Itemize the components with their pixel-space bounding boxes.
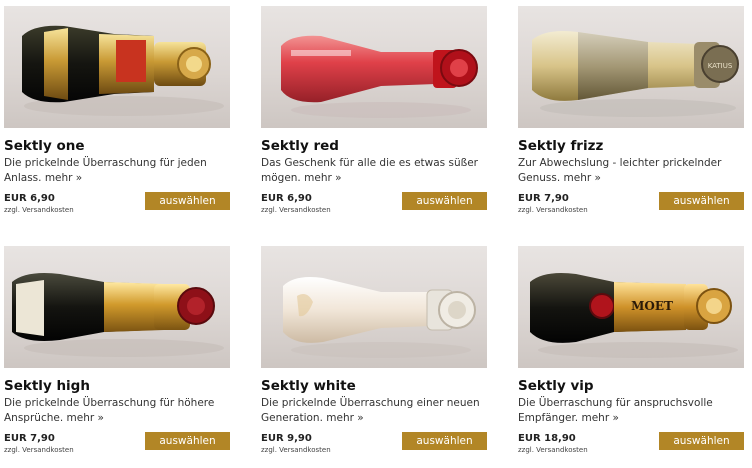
product-price: EUR 6,90 [4,193,55,204]
select-button[interactable]: auswählen [659,192,744,210]
product-name: Sektly white [261,378,356,394]
shipping-note[interactable]: zzgl. Versandkosten [261,446,331,454]
more-link[interactable]: mehr » [581,412,618,424]
product-card-sektly-frizz: KATIUS Sektly frizz Zur Abwechslung - le… [518,6,744,228]
bottle-clear-gold-icon: KATIUS [532,31,739,117]
more-link[interactable]: mehr » [304,172,341,184]
product-name: Sektly vip [518,378,594,394]
description-text: Zur Abwechslung - leichter prickelnder G… [518,157,722,184]
product-image[interactable] [261,6,487,128]
bottle-red-icon [281,35,478,118]
shipping-note[interactable]: zzgl. Versandkosten [4,446,74,454]
select-button[interactable]: auswählen [145,192,230,210]
product-price: EUR 7,90 [4,433,55,444]
shipping-note[interactable]: zzgl. Versandkosten [518,206,588,214]
product-description: Das Geschenk für alle die es etwas süßer… [261,156,487,186]
bottle-gold-label-icon [22,25,224,116]
svg-text:MOET: MOET [631,299,673,313]
product-image[interactable] [4,6,230,128]
more-link[interactable]: mehr » [326,412,363,424]
product-price: EUR 6,90 [261,193,312,204]
product-image[interactable] [261,246,487,368]
description-text: Die prickelnde Überraschung für jeden An… [4,157,207,184]
product-description: Die prickelnde Überraschung für jeden An… [4,156,230,186]
product-name: Sektly high [4,378,90,394]
product-card-sektly-red: Sektly red Das Geschenk für alle die es … [261,6,487,228]
bottle-moet-icon: MOET [530,273,738,358]
product-description: Zur Abwechslung - leichter prickelnder G… [518,156,744,186]
product-description: Die prickelnde Überraschung einer neuen … [261,396,487,426]
product-name: Sektly frizz [518,138,604,154]
description-text: Die prickelnde Überraschung für höhere A… [4,397,215,424]
product-card-sektly-white: Sektly white Die prickelnde Überraschung… [261,246,487,468]
bottle-dark-gold-icon [12,273,224,357]
more-link[interactable]: mehr » [564,172,601,184]
svg-text:KATIUS: KATIUS [708,62,733,70]
product-card-sektly-one: Sektly one Die prickelnde Überraschung f… [4,6,230,228]
product-name: Sektly red [261,138,339,154]
product-price: EUR 9,90 [261,433,312,444]
product-image[interactable] [4,246,230,368]
description-text: Die prickelnde Überraschung einer neuen … [261,397,480,424]
select-button[interactable]: auswählen [659,432,744,450]
product-description: Die prickelnde Überraschung für höhere A… [4,396,230,426]
product-price: EUR 18,90 [518,433,576,444]
product-image[interactable]: KATIUS [518,6,744,128]
product-card-sektly-high: Sektly high Die prickelnde Überraschung … [4,246,230,468]
shipping-note[interactable]: zzgl. Versandkosten [261,206,331,214]
product-card-sektly-vip: MOET Sektly vip Die Überraschung für ans… [518,246,744,468]
select-button[interactable]: auswählen [402,192,487,210]
more-link[interactable]: mehr » [45,172,82,184]
select-button[interactable]: auswählen [402,432,487,450]
more-link[interactable]: mehr » [67,412,104,424]
product-image[interactable]: MOET [518,246,744,368]
select-button[interactable]: auswählen [145,432,230,450]
product-price: EUR 7,90 [518,193,569,204]
product-name: Sektly one [4,138,85,154]
shipping-note[interactable]: zzgl. Versandkosten [4,206,74,214]
description-text: Das Geschenk für alle die es etwas süßer… [261,157,478,184]
product-description: Die Überraschung für anspruchsvolle Empf… [518,396,744,426]
shipping-note[interactable]: zzgl. Versandkosten [518,446,588,454]
bottle-white-icon [283,277,476,358]
